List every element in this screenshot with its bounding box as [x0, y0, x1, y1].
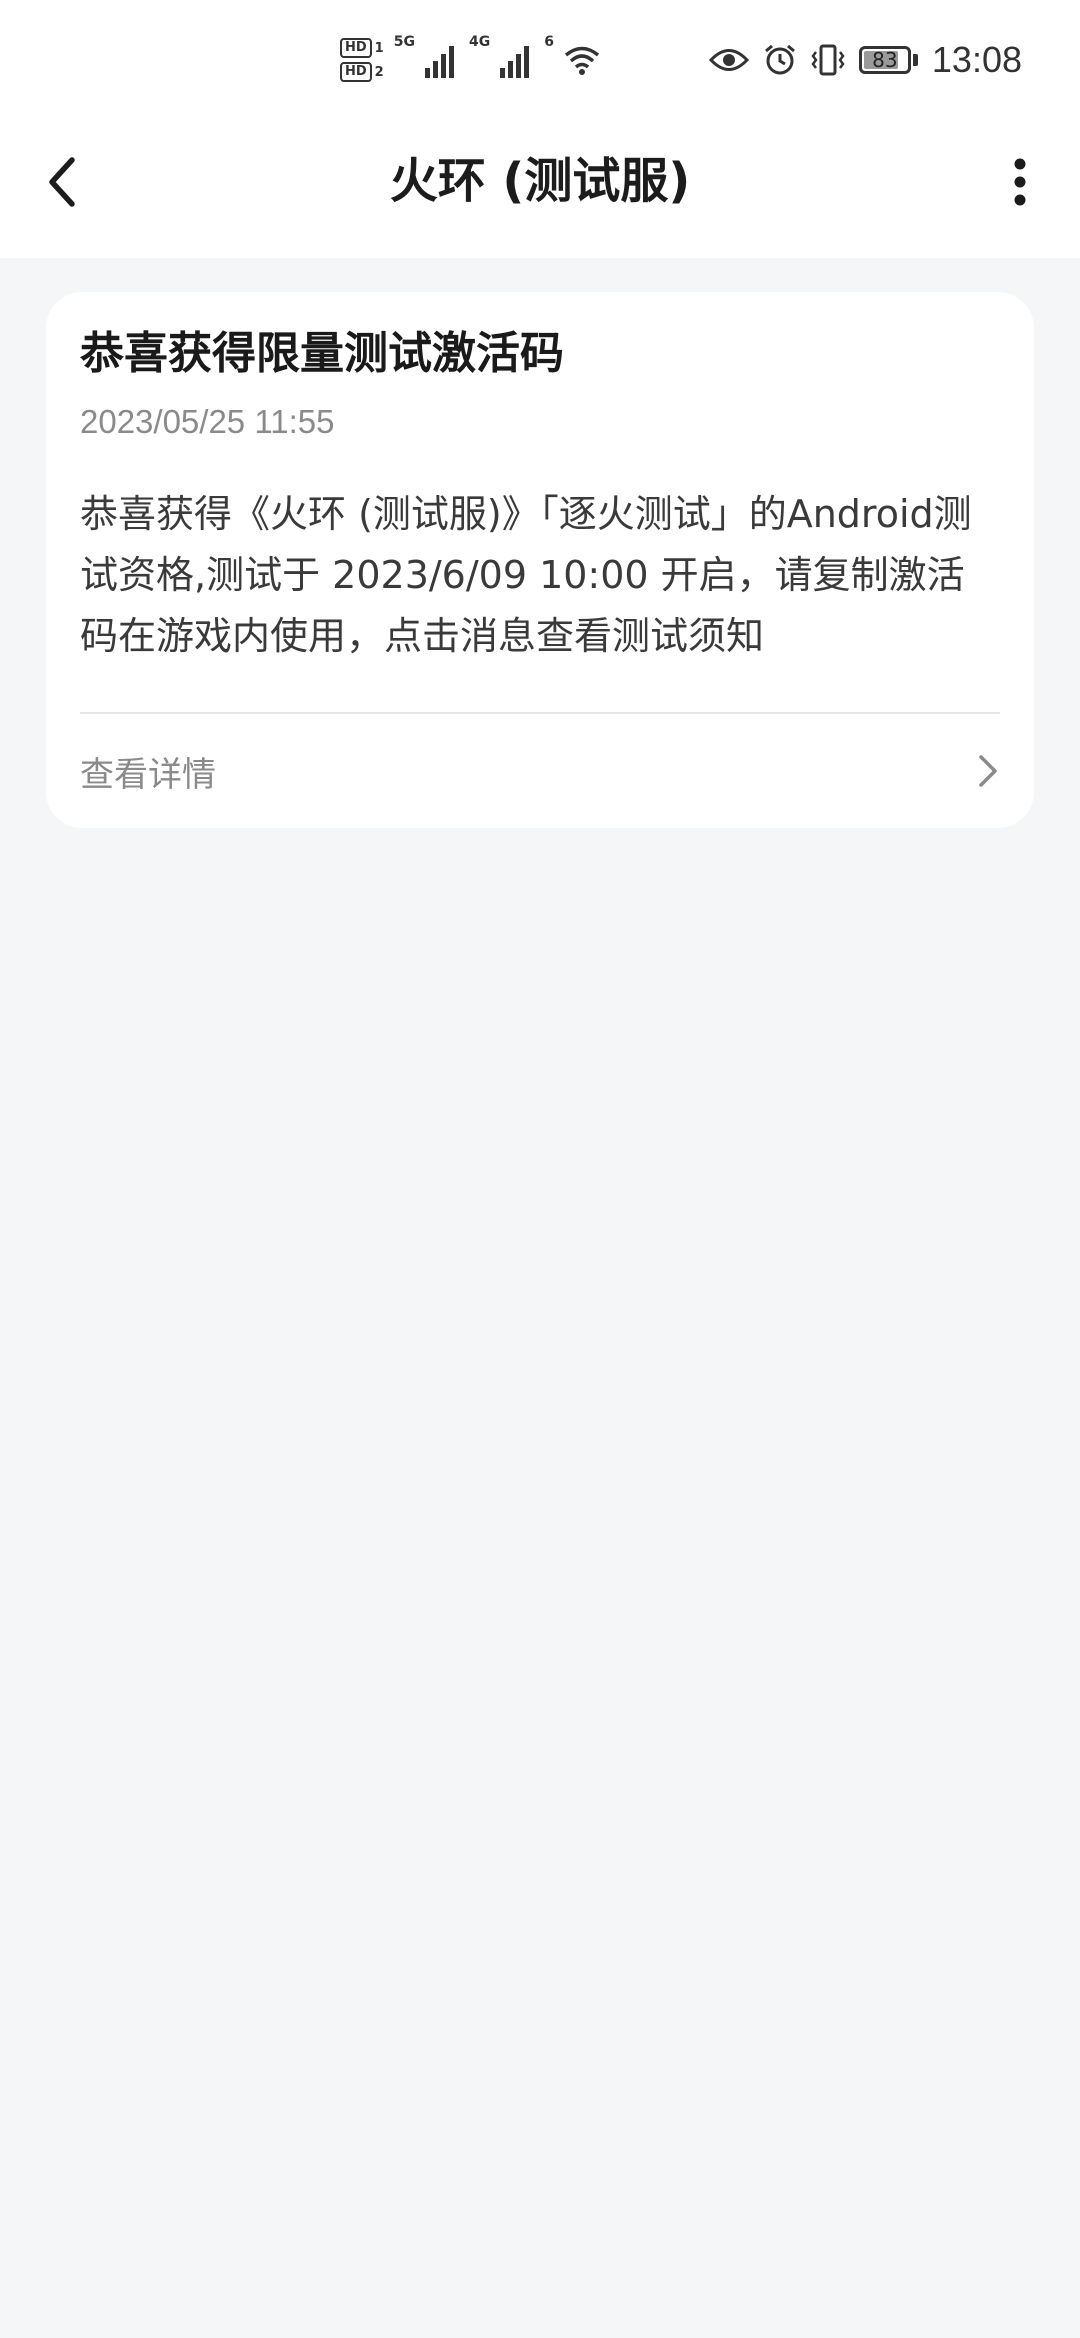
battery-level: 83 [872, 48, 898, 72]
signal-strength-icon [424, 46, 454, 78]
view-details-link[interactable]: 查看详情 [80, 714, 1000, 828]
message-title: 恭喜获得限量测试激活码 [80, 328, 564, 379]
hd1-indicator: HD 1 [340, 38, 384, 58]
message-timestamp: 2023/05/25 11:55 [80, 403, 335, 440]
vibrate-icon [811, 44, 845, 76]
wifi-badge: 6 [544, 34, 554, 50]
battery-tip [912, 54, 918, 66]
message-body: 恭喜获得《火环 (测试服)》「逐火测试」的Android测试资格,测试于 202… [80, 492, 972, 658]
network-5g-label: 5G [393, 34, 415, 50]
status-bar-right: 83 13:08 [708, 30, 1022, 90]
hd2-indicator: HD 2 [340, 62, 384, 82]
hd1-label: HD [340, 38, 372, 58]
eye-icon [708, 49, 749, 71]
hd2-sub: 2 [374, 64, 384, 80]
more-vertical-icon [1014, 158, 1026, 206]
page-title: 火环 (测试服) [389, 153, 691, 209]
status-bar-left: HD 1 HD 2 5G 4G 6 [340, 28, 600, 92]
hd-indicators: HD 1 HD 2 [340, 38, 384, 82]
chevron-left-icon [49, 157, 75, 207]
chevron-right-icon [979, 755, 997, 787]
status-bar: HD 1 HD 2 5G 4G 6 83 13:08 [0, 0, 1080, 120]
app-bar: 火环 (测试服) [0, 120, 1080, 258]
signal-strength-icon [500, 46, 530, 78]
message-card[interactable]: 恭喜获得限量测试激活码 2023/05/25 11:55 恭喜获得《火环 (测试… [46, 292, 1034, 828]
hd2-label: HD [340, 62, 372, 82]
wifi-icon [564, 46, 600, 75]
back-button[interactable] [30, 150, 94, 214]
more-options-button[interactable] [988, 150, 1052, 214]
network-4g-label: 4G [468, 34, 491, 50]
status-time: 13:08 [931, 39, 1022, 80]
battery-icon: 83 [858, 46, 911, 74]
view-details-label: 查看详情 [80, 754, 216, 795]
hd1-sub: 1 [374, 40, 384, 56]
battery-indicator: 83 [858, 46, 918, 74]
alarm-icon [764, 44, 795, 75]
